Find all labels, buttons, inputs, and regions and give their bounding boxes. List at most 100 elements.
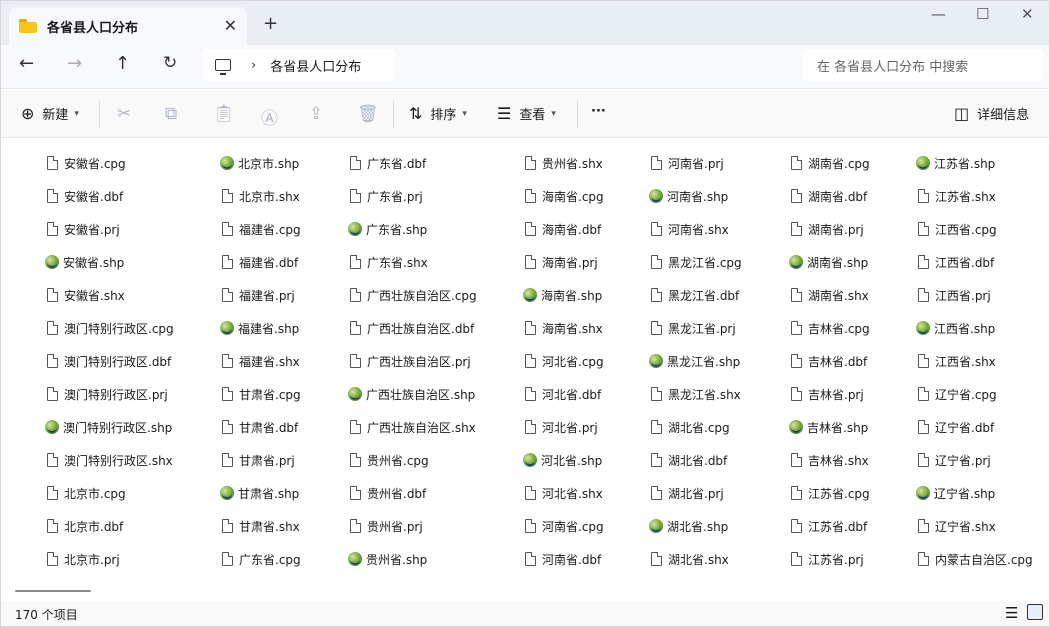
tab-close-icon[interactable]: ✕ [224,16,237,35]
file-item[interactable]: 甘肃省.prj [222,450,295,470]
tiles-view-icon[interactable] [1027,604,1043,620]
file-item[interactable]: 河北省.cpg [525,351,604,371]
file-item[interactable]: 海南省.shx [525,318,603,338]
view-button[interactable]: ☰ 查看 ▾ [497,104,556,123]
file-item[interactable]: 江西省.prj [918,285,991,305]
file-item[interactable]: 贵州省.dbf [350,483,426,503]
file-item[interactable]: 广东省.cpg [222,549,301,569]
file-item[interactable]: 广西壮族自治区.shx [350,417,476,437]
file-item[interactable]: 河北省.shp [523,450,602,470]
file-item[interactable]: 北京市.prj [47,549,120,569]
file-item[interactable]: 黑龙江省.shp [649,351,740,371]
details-pane-button[interactable]: ◫ 详细信息 [954,104,1029,123]
file-item[interactable]: 安徽省.shx [47,285,125,305]
file-item[interactable]: 安徽省.dbf [47,186,123,206]
file-item[interactable]: 广东省.dbf [350,153,426,173]
file-item[interactable]: 北京市.shp [220,153,299,173]
file-item[interactable]: 安徽省.prj [47,219,120,239]
file-item[interactable]: 澳门特别行政区.shp [45,417,172,437]
file-item[interactable]: 甘肃省.shp [220,483,299,503]
file-item[interactable]: 甘肃省.cpg [222,384,301,404]
maximize-button[interactable]: ☐ [976,5,989,23]
file-item[interactable]: 福建省.shp [220,318,299,338]
file-item[interactable]: 河北省.dbf [525,384,601,404]
file-item[interactable]: 湖北省.prj [651,483,724,503]
file-item[interactable]: 贵州省.shx [525,153,603,173]
refresh-icon[interactable]: ↻ [163,53,177,73]
file-item[interactable]: 江苏省.dbf [791,516,867,536]
new-tab-icon[interactable]: + [263,13,278,34]
file-item[interactable]: 澳门特别行政区.cpg [47,318,174,338]
file-item[interactable]: 辽宁省.dbf [918,417,994,437]
share-icon[interactable]: ⇪ [309,104,323,124]
file-item[interactable]: 广东省.shp [348,219,427,239]
file-item[interactable]: 广东省.shx [350,252,428,272]
file-item[interactable]: 海南省.prj [525,252,598,272]
file-item[interactable]: 黑龙江省.prj [651,318,736,338]
file-item[interactable]: 河北省.prj [525,417,598,437]
file-item[interactable]: 黑龙江省.dbf [651,285,739,305]
file-item[interactable]: 海南省.shp [523,285,602,305]
file-item[interactable]: 澳门特别行政区.dbf [47,351,171,371]
minimize-button[interactable]: — [931,5,946,23]
file-item[interactable]: 河南省.shp [649,186,728,206]
delete-icon[interactable]: 🗑︎ [357,104,379,124]
file-item[interactable]: 广西壮族自治区.prj [350,351,471,371]
file-item[interactable]: 吉林省.shp [789,417,868,437]
file-item[interactable]: 江苏省.shx [918,186,996,206]
file-item[interactable]: 河北省.shx [525,483,603,503]
search-input[interactable]: 在 各省县人口分布 中搜索 [803,49,1043,81]
file-item[interactable]: 湖南省.shx [791,285,869,305]
monitor-icon[interactable] [215,59,231,75]
file-item[interactable]: 河南省.shx [651,219,729,239]
file-item[interactable]: 北京市.shx [222,186,300,206]
file-item[interactable]: 辽宁省.prj [918,450,991,470]
file-item[interactable]: 广西壮族自治区.dbf [350,318,474,338]
file-item[interactable]: 贵州省.prj [350,516,423,536]
horizontal-scrollbar[interactable] [15,590,91,592]
file-item[interactable]: 广西壮族自治区.cpg [350,285,477,305]
details-view-icon[interactable]: ☰ [1005,604,1018,622]
new-button[interactable]: ⊕ 新建 ▾ [21,104,79,123]
file-item[interactable]: 贵州省.shp [348,549,427,569]
file-item[interactable]: 湖北省.shx [651,549,729,569]
file-item[interactable]: 河南省.dbf [525,549,601,569]
file-item[interactable]: 湖南省.cpg [791,153,870,173]
file-item[interactable]: 澳门特别行政区.shx [47,450,173,470]
file-item[interactable]: 湖南省.dbf [791,186,867,206]
file-item[interactable]: 江西省.cpg [918,219,997,239]
breadcrumb-chevron-icon[interactable]: › [251,58,256,73]
file-item[interactable]: 黑龙江省.cpg [651,252,742,272]
back-arrow-icon[interactable]: ← [19,53,34,74]
file-item[interactable]: 河南省.prj [651,153,724,173]
file-item[interactable]: 贵州省.cpg [350,450,429,470]
file-item[interactable]: 湖南省.shp [789,252,868,272]
file-item[interactable]: 辽宁省.shx [918,516,996,536]
file-item[interactable]: 湖北省.shp [649,516,728,536]
file-item[interactable]: 内蒙古自治区.cpg [918,549,1033,569]
file-item[interactable]: 辽宁省.shp [916,483,995,503]
breadcrumb[interactable]: › 各省县人口分布 [203,49,395,81]
file-item[interactable]: 澳门特别行政区.prj [47,384,168,404]
close-button[interactable]: ✕ [1021,5,1034,23]
file-item[interactable]: 江西省.shx [918,351,996,371]
file-item[interactable]: 吉林省.prj [791,384,864,404]
file-item[interactable]: 吉林省.dbf [791,351,867,371]
file-item[interactable]: 海南省.cpg [525,186,604,206]
file-item[interactable]: 甘肃省.shx [222,516,300,536]
file-item[interactable]: 广东省.prj [350,186,423,206]
file-item[interactable]: 福建省.prj [222,285,295,305]
rename-icon[interactable]: Ⓐ [261,104,278,129]
file-item[interactable]: 辽宁省.cpg [918,384,997,404]
file-item[interactable]: 吉林省.shx [791,450,869,470]
sort-button[interactable]: ⇅ 排序 ▾ [409,104,467,123]
file-item[interactable]: 江苏省.cpg [791,483,870,503]
file-item[interactable]: 湖北省.dbf [651,450,727,470]
tab-current-folder[interactable]: 各省县人口分布 ✕ [9,7,247,45]
copy-icon[interactable]: ⧉ [165,104,177,124]
file-item[interactable]: 安徽省.cpg [47,153,126,173]
cut-icon[interactable]: ✂ [117,104,131,124]
forward-arrow-icon[interactable]: → [67,53,82,74]
file-item[interactable]: 安徽省.shp [45,252,124,272]
file-item[interactable]: 北京市.dbf [47,516,123,536]
